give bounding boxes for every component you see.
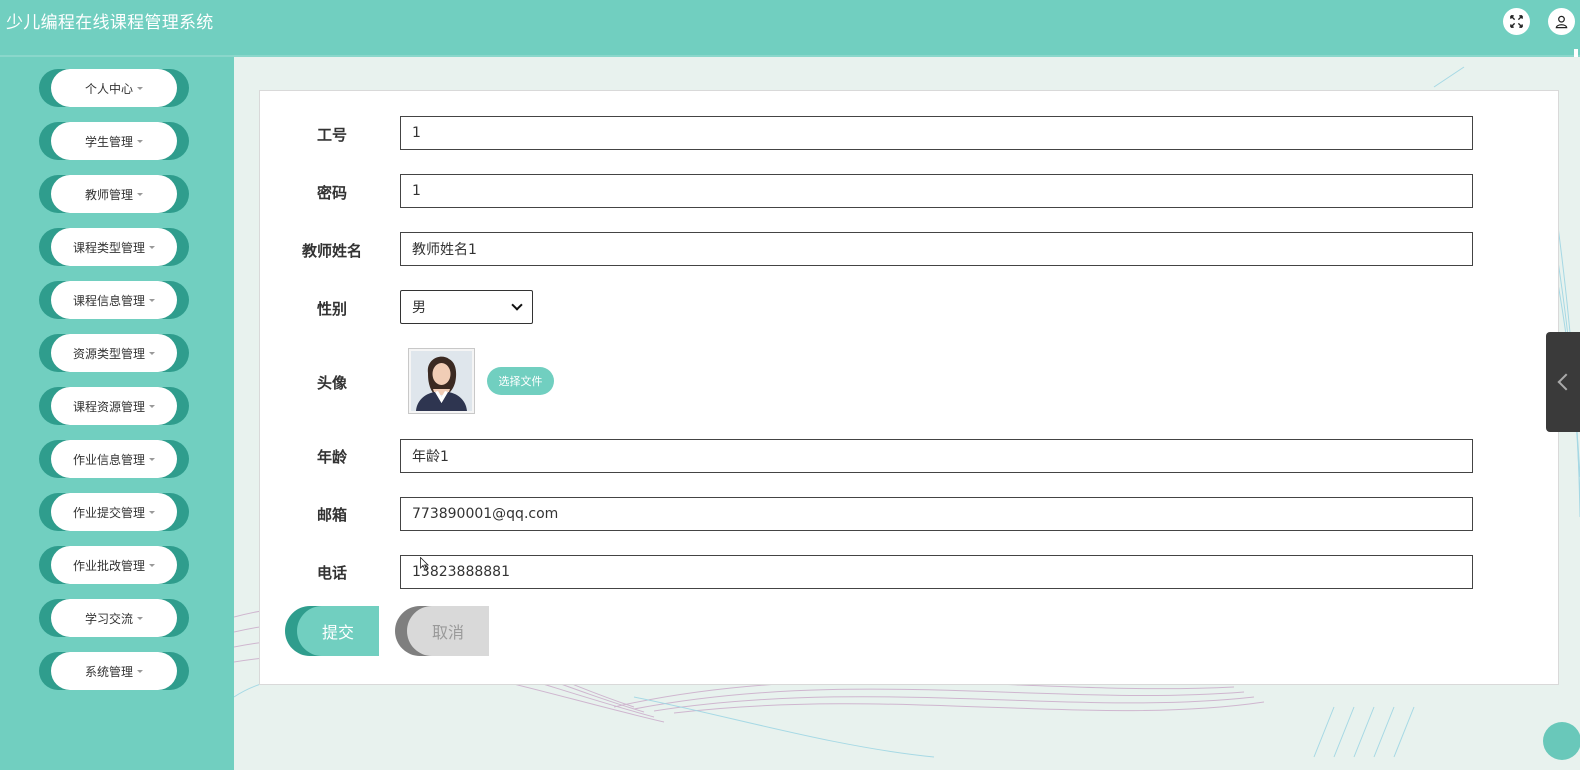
sidebar-item-label: 作业提交管理 [72,505,145,520]
sidebar-item-label: 课程类型管理 [72,240,145,255]
age-label: 年龄 [316,448,347,466]
password-input[interactable] [400,174,1473,208]
age-input[interactable] [400,439,1473,473]
teacher-name-input[interactable] [400,232,1473,266]
avatar-image [411,351,472,411]
caret-down-icon [137,139,143,143]
chevron-down-icon [511,299,523,311]
sidebar-item-homework-submit-management[interactable]: 作业提交管理 [39,493,189,531]
gender-selected-value: 男 [412,300,426,316]
sidebar-item-label: 学习交流 [84,611,133,626]
sidebar-item-label: 作业批改管理 [72,558,145,573]
caret-down-icon [149,510,155,514]
email-input[interactable] [400,497,1473,531]
cancel-button-label: 取消 [407,606,489,656]
fullscreen-button[interactable] [1503,8,1530,35]
sidebar-item-course-resource-management[interactable]: 课程资源管理 [39,387,189,425]
job-no-label: 工号 [316,126,347,144]
cancel-button[interactable]: 取消 [395,606,489,656]
sidebar-item-teacher-management[interactable]: 教师管理 [39,175,189,213]
sidebar-item-homework-grading-management[interactable]: 作业批改管理 [39,546,189,584]
caret-down-icon [149,457,155,461]
sidebar-item-label: 课程资源管理 [72,399,145,414]
sidebar-item-label: 作业信息管理 [72,452,145,467]
app-title: 少儿编程在线课程管理系统 [6,13,214,33]
sidebar-item-course-type-management[interactable]: 课程类型管理 [39,228,189,266]
password-label: 密码 [316,184,347,202]
email-label: 邮箱 [316,506,347,524]
caret-down-icon [149,298,155,302]
sidebar-item-label: 教师管理 [84,187,133,202]
corner-mark [1574,49,1578,57]
caret-down-icon [137,86,143,90]
phone-label: 电话 [316,564,347,582]
mouse-cursor-icon [420,557,429,571]
phone-input[interactable] [400,555,1473,589]
sidebar-item-system-management[interactable]: 系统管理 [39,652,189,690]
avatar-label: 头像 [316,374,347,392]
user-icon [1555,15,1568,29]
sidebar-item-homework-info-management[interactable]: 作业信息管理 [39,440,189,478]
floating-action-ball[interactable] [1543,722,1580,760]
avatar-preview [408,348,475,414]
side-panel-toggle[interactable] [1546,332,1580,432]
sidebar-item-learning-exchange[interactable]: 学习交流 [39,599,189,637]
fullscreen-icon [1510,15,1523,28]
user-button[interactable] [1548,8,1575,35]
sidebar-item-resource-type-management[interactable]: 资源类型管理 [39,334,189,372]
sidebar: 个人中心 学生管理 教师管理 课程类型管理 课程信息管理 资源类型管理 课程资源… [0,57,234,770]
sidebar-item-label: 资源类型管理 [72,346,145,361]
sidebar-item-student-management[interactable]: 学生管理 [39,122,189,160]
teacher-name-label: 教师姓名 [301,242,362,260]
choose-file-button[interactable]: 选择文件 [487,367,554,395]
sidebar-item-personal-center[interactable]: 个人中心 [39,69,189,107]
gender-select[interactable]: 男 [400,290,533,324]
caret-down-icon [149,563,155,567]
submit-button[interactable]: 提交 [285,606,379,656]
sidebar-item-label: 个人中心 [84,81,133,96]
sidebar-item-label: 课程信息管理 [72,293,145,308]
sidebar-item-label: 系统管理 [84,664,133,679]
submit-button-label: 提交 [297,606,379,656]
caret-down-icon [149,404,155,408]
caret-down-icon [137,669,143,673]
caret-down-icon [137,616,143,620]
top-bar: 少儿编程在线课程管理系统 [0,0,1580,57]
caret-down-icon [137,192,143,196]
sidebar-item-label: 学生管理 [84,134,133,149]
sidebar-item-course-info-management[interactable]: 课程信息管理 [39,281,189,319]
job-no-input[interactable] [400,116,1473,150]
caret-down-icon [149,351,155,355]
caret-down-icon [149,245,155,249]
gender-label: 性别 [316,300,347,318]
chevron-left-icon [1557,373,1575,391]
